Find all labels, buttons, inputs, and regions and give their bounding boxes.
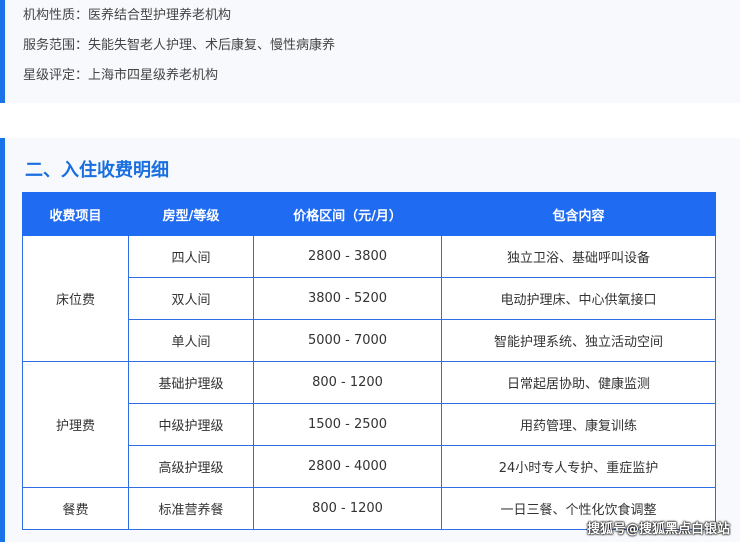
header-fee-item: 收费项目	[22, 192, 129, 236]
content-cell: 智能护理系统、独立活动空间	[441, 319, 716, 362]
type-cell: 四人间	[128, 235, 254, 278]
price-cell: 2800 - 4000	[253, 445, 442, 488]
content-cell: 独立卫浴、基础呼叫设备	[441, 235, 716, 278]
info-star-rating: 星级评定：上海市四星级养老机构	[23, 68, 219, 83]
price-cell: 5000 - 7000	[253, 319, 442, 362]
watermark: 搜狐号@搜狐黑点白银站	[586, 522, 730, 537]
fee-section-card: 二、入住收费明细 收费项目 房型/等级 价格区间（元/月） 包含内容 床位费 四…	[0, 138, 740, 542]
header-included: 包含内容	[441, 192, 716, 236]
table-row: 护理费 基础护理级 800 - 1200 日常起居协助、健康监测	[22, 361, 716, 488]
info-service-scope: 服务范围：失能失智老人护理、术后康复、慢性病康养	[23, 38, 336, 53]
price-cell: 2800 - 3800	[253, 235, 442, 278]
type-cell: 中级护理级	[128, 403, 254, 446]
price-cell: 3800 - 5200	[253, 277, 442, 320]
category-cell: 床位费	[22, 235, 129, 362]
category-cell: 护理费	[22, 361, 129, 488]
type-cell: 基础护理级	[128, 361, 254, 404]
header-room-type: 房型/等级	[128, 192, 254, 236]
content-cell: 日常起居协助、健康监测	[441, 361, 716, 404]
type-cell: 双人间	[128, 277, 254, 320]
table-header-row: 收费项目 房型/等级 价格区间（元/月） 包含内容	[22, 192, 716, 236]
content-cell: 用药管理、康复训练	[441, 403, 716, 446]
type-cell: 单人间	[128, 319, 254, 362]
price-cell: 1500 - 2500	[253, 403, 442, 446]
info-nature: 机构性质：医养结合型护理养老机构	[23, 8, 232, 23]
content-cell: 电动护理床、中心供氧接口	[441, 277, 716, 320]
type-cell: 高级护理级	[128, 445, 254, 488]
header-price-range: 价格区间（元/月）	[253, 192, 442, 236]
price-cell: 800 - 1200	[253, 487, 442, 530]
table-row: 床位费 四人间 2800 - 3800 独立卫浴、基础呼叫设备	[22, 235, 716, 362]
content-cell: 24小时专人专护、重症监护	[441, 445, 716, 488]
category-cell: 餐费	[22, 487, 129, 530]
type-cell: 标准营养餐	[128, 487, 254, 530]
price-cell: 800 - 1200	[253, 361, 442, 404]
fee-table: 收费项目 房型/等级 价格区间（元/月） 包含内容 床位费 四人间 2800 -…	[22, 192, 716, 530]
section-title: 二、入住收费明细	[25, 160, 169, 181]
institution-info-card: 机构性质：医养结合型护理养老机构 服务范围：失能失智老人护理、术后康复、慢性病康…	[0, 0, 740, 103]
